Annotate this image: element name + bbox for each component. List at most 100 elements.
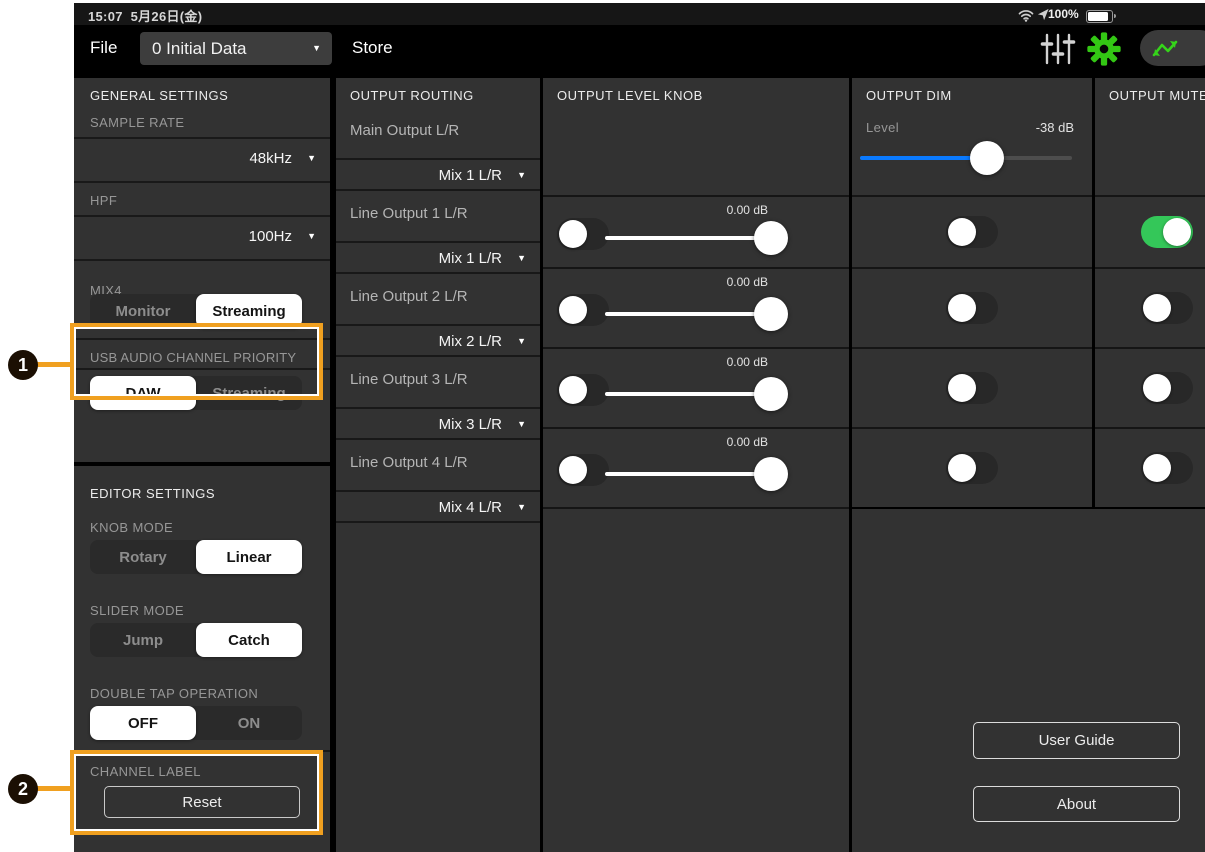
mute-toggle[interactable] (1141, 452, 1193, 484)
level-value: 0.00 dB (727, 203, 768, 217)
routing-row-line-output-4: Line Output 4 L/R Mix 4 L/R ▼ (336, 440, 540, 523)
routing-row-label: Line Output 2 L/R (350, 288, 468, 305)
level-knob-toggle[interactable] (557, 294, 609, 326)
segment-option-on[interactable]: ON (196, 706, 302, 740)
segment-option-jump[interactable]: Jump (90, 623, 196, 657)
slider-fill (860, 156, 987, 160)
wifi-icon (1018, 9, 1034, 22)
slider-knob[interactable] (754, 457, 788, 491)
routing-row-label: Line Output 4 L/R (350, 454, 468, 471)
slider-knob[interactable] (970, 141, 1004, 175)
routing-dropdown[interactable]: Mix 2 L/R ▼ (336, 324, 540, 357)
segment-option-rotary[interactable]: Rotary (90, 540, 196, 574)
mute-row-3 (1095, 347, 1205, 427)
preset-dropdown[interactable]: 0 Initial Data ▼ (140, 32, 332, 65)
chevron-down-icon: ▼ (517, 503, 526, 512)
highlight-box-usb-priority (70, 323, 323, 400)
mute-row-4 (1095, 427, 1205, 507)
sample-rate-label: SAMPLE RATE (90, 115, 184, 130)
hpf-dropdown[interactable]: 100Hz ▼ (74, 217, 330, 257)
slider-track[interactable] (605, 392, 771, 396)
annotation-marker-2: 2 (8, 774, 38, 804)
output-dim-panel: OUTPUT DIM Level -38 dB (852, 78, 1092, 507)
preset-dropdown-value: 0 Initial Data (152, 39, 247, 59)
dim-level-slider[interactable] (860, 140, 1072, 176)
level-slider[interactable] (605, 220, 771, 256)
mute-row-2 (1095, 267, 1205, 347)
level-knob-toggle[interactable] (557, 374, 609, 406)
level-row-4: 0.00 dB (543, 427, 849, 507)
level-row-2: 0.00 dB (543, 267, 849, 347)
mixer-faders-icon[interactable] (1040, 31, 1076, 67)
level-slider[interactable] (605, 456, 771, 492)
segment-option-linear[interactable]: Linear (196, 540, 302, 574)
level-slider[interactable] (605, 376, 771, 412)
dim-toggle[interactable] (946, 372, 998, 404)
switch-knob (948, 454, 976, 482)
mute-toggle[interactable] (1141, 216, 1193, 248)
level-knob-toggle[interactable] (557, 218, 609, 250)
routing-value: Mix 3 L/R (439, 416, 502, 433)
mute-toggle[interactable] (1141, 372, 1193, 404)
slider-knob[interactable] (754, 377, 788, 411)
dim-toggle[interactable] (946, 452, 998, 484)
dim-toggle[interactable] (946, 292, 998, 324)
settings-gear-icon[interactable] (1086, 31, 1122, 67)
output-dim-title: OUTPUT DIM (866, 88, 952, 103)
level-knob-toggle[interactable] (557, 454, 609, 486)
chevron-down-icon: ▼ (517, 420, 526, 429)
switch-knob (559, 376, 587, 404)
slider-track[interactable] (605, 472, 771, 476)
routing-dropdown[interactable]: Mix 1 L/R ▼ (336, 158, 540, 191)
general-settings-panel: GENERAL SETTINGS SAMPLE RATE 48kHz ▼ HPF… (74, 78, 330, 462)
level-value: 0.00 dB (727, 275, 768, 289)
sync-arrows-icon[interactable] (1140, 30, 1205, 66)
segment-option-catch[interactable]: Catch (196, 623, 302, 657)
routing-dropdown[interactable]: Mix 3 L/R ▼ (336, 407, 540, 440)
routing-dropdown[interactable]: Mix 4 L/R ▼ (336, 490, 540, 523)
knob-mode-label: KNOB MODE (90, 520, 173, 535)
switch-knob (1143, 374, 1171, 402)
editor-settings-title: EDITOR SETTINGS (90, 486, 215, 501)
hpf-label: HPF (90, 193, 117, 208)
file-menu[interactable]: File (90, 38, 117, 58)
slider-knob[interactable] (754, 221, 788, 255)
switch-knob (1143, 454, 1171, 482)
routing-row-main-output: Main Output L/R Mix 1 L/R ▼ (336, 108, 540, 191)
slider-track[interactable] (605, 312, 771, 316)
about-button[interactable]: About (973, 786, 1180, 822)
dim-level-value: -38 dB (1036, 120, 1074, 135)
switch-knob (559, 220, 587, 248)
routing-value: Mix 1 L/R (439, 167, 502, 184)
battery-icon (1086, 10, 1113, 23)
output-mute-title: OUTPUT MUTE (1109, 88, 1205, 103)
mute-row-1 (1095, 195, 1205, 267)
dim-toggle[interactable] (946, 216, 998, 248)
bottom-right-panel: User Guide About (852, 509, 1205, 852)
user-guide-button[interactable]: User Guide (973, 722, 1180, 759)
battery-percent: 100% (1048, 7, 1079, 21)
annotation-marker-1: 1 (8, 350, 38, 380)
routing-row-label: Line Output 3 L/R (350, 371, 468, 388)
mute-toggle[interactable] (1141, 292, 1193, 324)
routing-value: Mix 4 L/R (439, 499, 502, 516)
routing-row-line-output-2: Line Output 2 L/R Mix 2 L/R ▼ (336, 274, 540, 357)
dim-row-2 (852, 267, 1092, 347)
chevron-down-icon: ▼ (517, 337, 526, 346)
store-button[interactable]: Store (352, 38, 393, 58)
clock: 15:07 (88, 9, 123, 24)
routing-dropdown[interactable]: Mix 1 L/R ▼ (336, 241, 540, 274)
sample-rate-dropdown[interactable]: 48kHz ▼ (74, 139, 330, 179)
level-row-3: 0.00 dB (543, 347, 849, 427)
level-slider[interactable] (605, 296, 771, 332)
segment-option-off[interactable]: OFF (90, 706, 196, 740)
slider-knob[interactable] (754, 297, 788, 331)
switch-knob (948, 294, 976, 322)
switch-knob (1163, 218, 1191, 246)
slider-mode-segmented-control: Jump Catch (90, 623, 302, 657)
date: 5月26日(金) (131, 9, 203, 24)
slider-track[interactable] (605, 236, 771, 240)
level-value: 0.00 dB (727, 435, 768, 449)
routing-value: Mix 2 L/R (439, 333, 502, 350)
routing-row-label: Line Output 1 L/R (350, 205, 468, 222)
